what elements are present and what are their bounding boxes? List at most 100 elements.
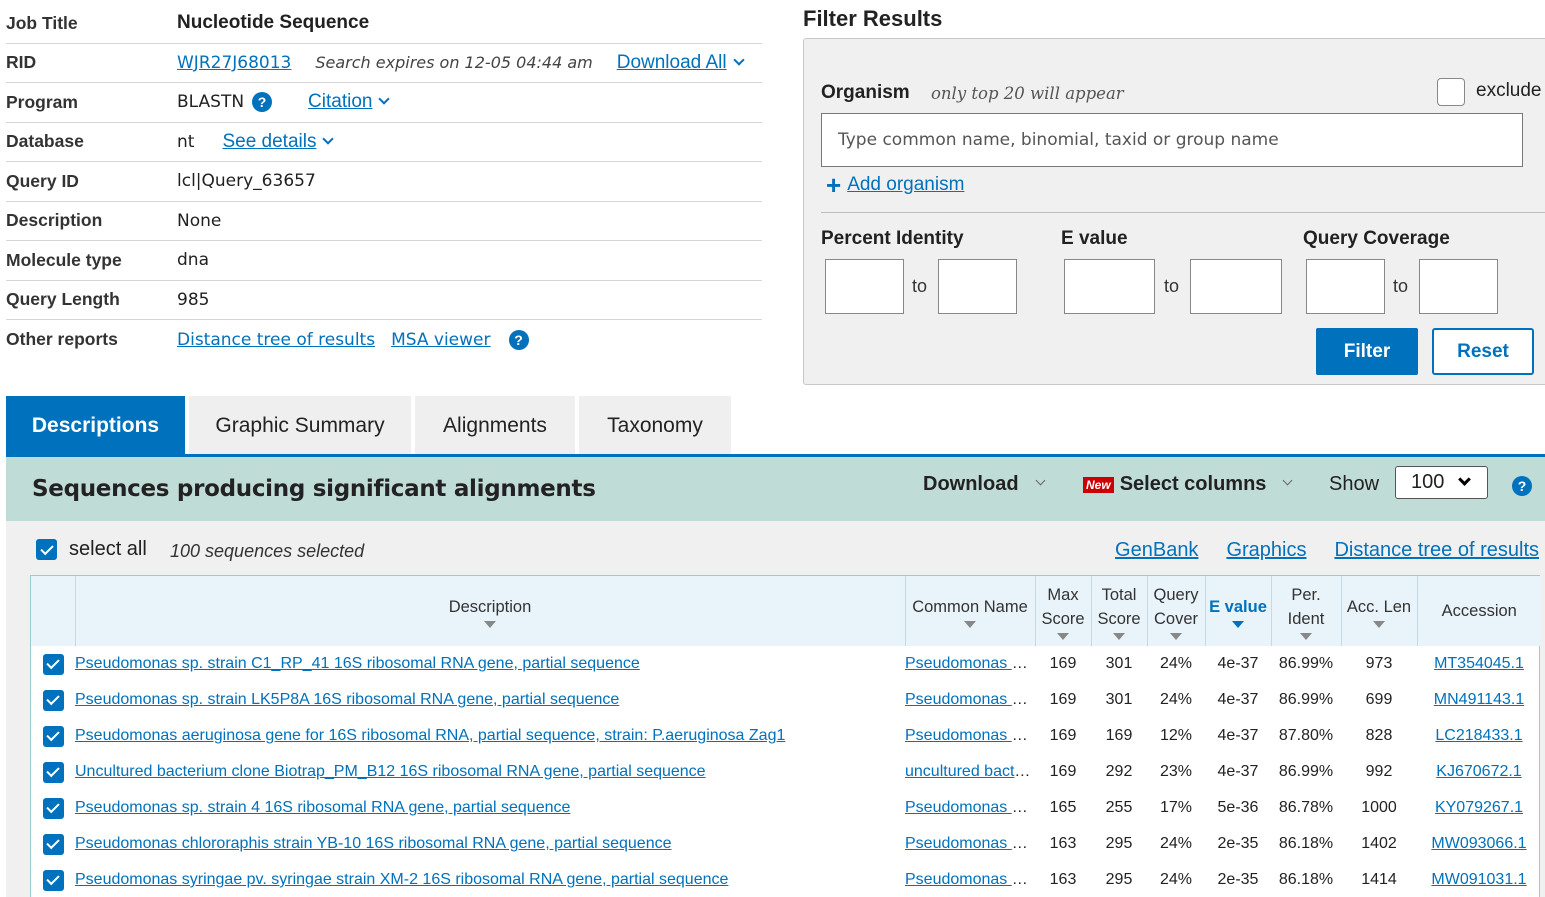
accession-link[interactable]: MW091031.1 [1431,871,1526,888]
column-header-common-name[interactable]: Common Name [904,576,1035,646]
description-link[interactable]: Uncultured bacterium clone Biotrap_PM_B1… [75,763,706,780]
rid-label: RID [6,52,37,73]
sort-icon [1300,632,1312,640]
row-checkbox[interactable] [42,725,64,747]
chevron-down-icon [1458,473,1472,486]
program-value: BLASTN [177,92,245,113]
accession-link[interactable]: LC218433.1 [1435,727,1522,744]
show-count-select[interactable]: 100 [1395,466,1488,499]
row-checkbox[interactable] [42,689,64,711]
genbank-link[interactable]: GenBank [1115,539,1198,562]
description-link[interactable]: Pseudomonas sp. strain 4 16S ribosomal R… [75,799,570,816]
common-name-link[interactable]: Pseudomonas syringae [905,871,1035,888]
exclude-checkbox[interactable] [1437,78,1465,106]
sort-icon [484,620,496,628]
rid-link[interactable]: WJR27J68013 [177,53,291,73]
total-score: 292 [1105,763,1133,780]
row-checkbox[interactable] [42,833,64,855]
column-header-max-score[interactable]: Max Score [1034,576,1091,646]
column-header-accession[interactable]: Accession [1416,576,1541,646]
common-name-cell: Pseudomonas chlororaphis [905,826,1035,862]
accession-link[interactable]: MT354045.1 [1434,655,1524,672]
select-columns-dropdown[interactable]: New Select columns [1083,473,1293,496]
total-score: 169 [1105,727,1133,744]
row-checkbox[interactable] [42,653,64,675]
download-dropdown[interactable]: Download [923,473,1045,496]
filter-divider [821,212,1545,213]
column-header-total-score[interactable]: Total Score [1090,576,1147,646]
common-name-link[interactable]: uncultured bacterium [905,763,1035,780]
citation-dropdown[interactable]: Citation [308,91,391,113]
select-all-control[interactable]: select all [36,538,147,561]
tab-graphic-summary[interactable]: Graphic Summary [189,396,411,456]
accession-link[interactable]: MW093066.1 [1431,835,1526,852]
common-name-link[interactable]: Pseudomonas chlororaphis [905,835,1035,852]
show-label: Show [1329,473,1380,495]
select-all-label: select all [69,538,147,560]
accession-cell: MW093066.1 [1417,826,1541,862]
column-header-query-cover[interactable]: Query Cover [1146,576,1205,646]
accession-link[interactable]: KJ670672.1 [1436,763,1521,780]
per-ident: 86.99% [1278,691,1334,708]
sort-icon [964,620,976,628]
help-icon[interactable]: ? [508,329,529,350]
distance-tree-link[interactable]: Distance tree of results [177,330,375,350]
description-link[interactable]: Pseudomonas sp. strain LK5P8A 16S riboso… [75,691,619,708]
column-header-acc-len[interactable]: Acc. Len [1340,576,1417,646]
add-organism-link[interactable]: + Add organism [826,172,964,198]
help-icon[interactable]: ? [252,92,273,113]
tab-alignments[interactable]: Alignments [415,396,575,456]
query-length-value: 985 [177,289,210,310]
common-name-cell: Pseudomonas aeruginosa [905,718,1035,754]
description-link[interactable]: Pseudomonas sp. strain C1_RP_41 16S ribo… [75,655,640,672]
query-coverage-from-input[interactable] [1306,259,1385,314]
summary-row-database: Database nt See details [6,123,762,162]
select-all-checkbox[interactable] [36,539,57,560]
chevron-down-icon [1035,475,1045,486]
column-header-e-value[interactable]: E value [1204,576,1271,646]
accession-cell: MN491143.1 [1417,682,1541,718]
e-value-from-input[interactable] [1064,259,1155,314]
e-value-to-input[interactable] [1190,259,1282,314]
common-name-link[interactable]: Pseudomonas sp. [905,655,1033,672]
program-label: Program [6,91,78,112]
column-header-description[interactable]: Description [74,576,905,646]
description-link[interactable]: Pseudomonas aeruginosa gene for 16S ribo… [75,727,785,744]
add-organism-label: Add organism [847,174,965,195]
msa-viewer-link[interactable]: MSA viewer [391,330,490,350]
percent-identity-to-input[interactable] [938,259,1017,314]
query-coverage-to-input[interactable] [1419,259,1498,314]
row-checkbox[interactable] [42,761,64,783]
accession-link[interactable]: KY079267.1 [1435,799,1523,816]
distance-tree-link[interactable]: Distance tree of results [1334,539,1539,562]
new-badge: New [1083,476,1114,493]
description-label: Description [6,210,103,231]
reset-button[interactable]: Reset [1432,328,1534,375]
percent-identity-from-input[interactable] [825,259,904,314]
checkbox-cell [31,646,75,682]
accession-cell: MW091031.1 [1417,862,1541,897]
row-checkbox[interactable] [42,869,64,891]
query-length-label: Query Length [6,289,120,310]
sort-icon [1113,632,1125,640]
filter-button[interactable]: Filter [1316,328,1418,375]
common-name-link[interactable]: Pseudomonas sp. [905,691,1033,708]
common-name-link[interactable]: Pseudomonas sp. [905,799,1033,816]
results-table: Description Common Name Max Score Total … [30,575,1541,897]
tab-taxonomy[interactable]: Taxonomy [579,396,731,456]
row-checkbox[interactable] [42,797,64,819]
column-header-per-ident[interactable]: Per. Ident [1270,576,1341,646]
download-all-dropdown[interactable]: Download All [617,52,745,74]
common-name-link[interactable]: Pseudomonas aeruginosa [905,727,1035,744]
help-icon[interactable]: ? [1512,476,1532,496]
organism-input[interactable]: Type common name, binomial, taxid or gro… [821,113,1523,167]
accession-link[interactable]: MN491143.1 [1434,691,1524,708]
acc-len: 1402 [1361,835,1397,852]
see-details-dropdown[interactable]: See details [222,131,335,153]
description-link[interactable]: Pseudomonas chlororaphis strain YB-10 16… [75,835,672,852]
selected-count: 100 sequences selected [170,541,365,561]
tab-descriptions[interactable]: Descriptions [6,396,185,456]
description-link[interactable]: Pseudomonas syringae pv. syringae strain… [75,871,728,888]
query-id-value: lcl|Query_63657 [177,171,316,192]
graphics-link[interactable]: Graphics [1226,539,1306,562]
